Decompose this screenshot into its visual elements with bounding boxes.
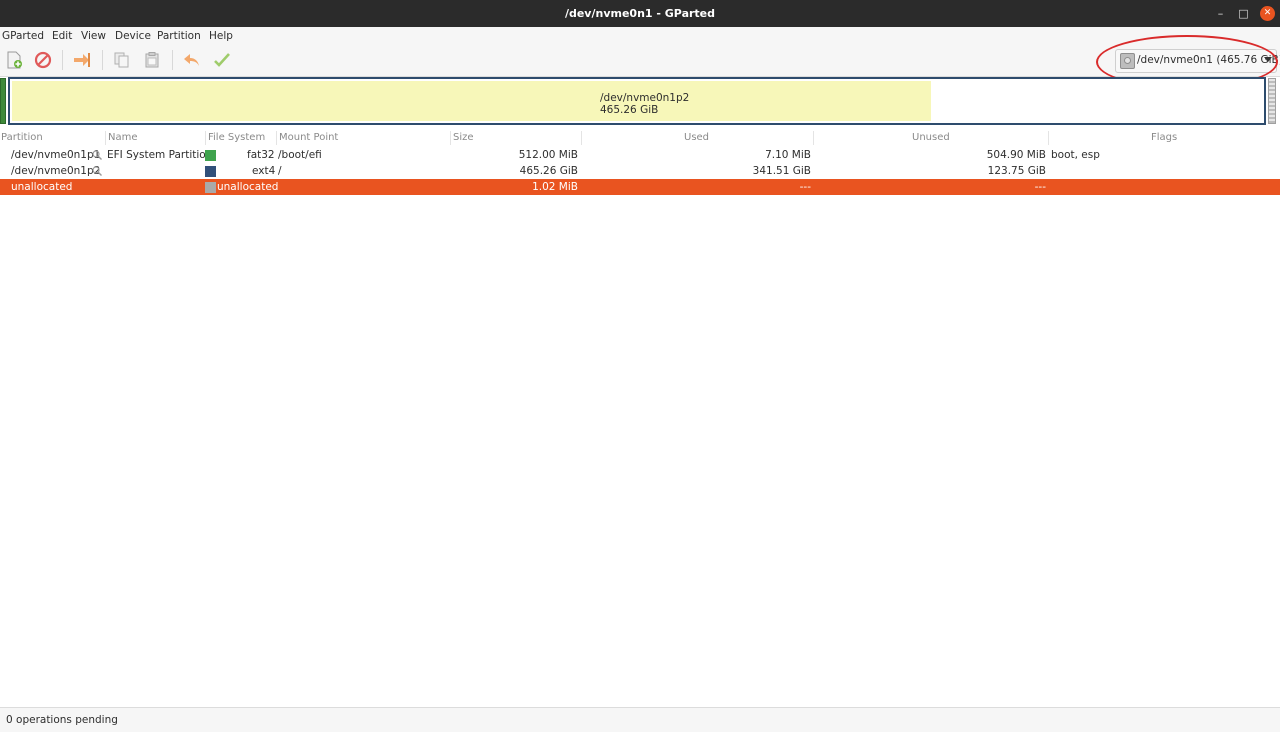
menu-bar: GParted Edit View Device Partition Help	[0, 27, 1280, 44]
col-unused[interactable]: Unused	[912, 132, 950, 143]
col-flags[interactable]: Flags	[1151, 132, 1177, 143]
cell-unused: ---	[1034, 181, 1046, 193]
lock-icon	[92, 166, 102, 176]
diskmap-used-fill	[12, 81, 931, 121]
diskmap-partition-efi[interactable]	[0, 78, 6, 124]
window-title: /dev/nvme0n1 - GParted	[564, 7, 716, 20]
col-name[interactable]: Name	[108, 132, 138, 143]
cell-size: 1.02 MiB	[532, 181, 578, 193]
cell-filesystem: fat32	[247, 149, 275, 161]
device-selector[interactable]: /dev/nvme0n1 (465.76 GiB)	[1115, 49, 1280, 73]
diskmap-partition-label: /dev/nvme0n1p2 465.26 GiB	[600, 92, 689, 116]
hard-disk-icon	[1120, 53, 1135, 69]
toolbar-separator	[102, 50, 103, 70]
toolbar: /dev/nvme0n1 (465.76 GiB)	[0, 44, 1280, 77]
close-button[interactable]: ✕	[1260, 6, 1275, 21]
filesystem-color-swatch	[205, 150, 216, 161]
col-mountpoint[interactable]: Mount Point	[279, 132, 338, 143]
cell-name: EFI System Partition	[107, 149, 213, 161]
minimize-button[interactable]: –	[1213, 6, 1228, 21]
apply-icon[interactable]	[213, 51, 231, 69]
cell-partition: unallocated	[11, 181, 73, 193]
col-filesystem[interactable]: File System	[208, 132, 265, 143]
table-row-selected[interactable]: unallocated unallocated 1.02 MiB --- ---	[0, 179, 1280, 195]
status-bar: 0 operations pending	[0, 707, 1280, 732]
maximize-button[interactable]: □	[1236, 6, 1251, 21]
cell-unused: 123.75 GiB	[987, 165, 1046, 177]
cell-filesystem: ext4	[252, 165, 276, 177]
diskmap-unallocated[interactable]	[1268, 78, 1276, 124]
menu-device[interactable]: Device	[115, 30, 151, 42]
cell-mountpoint: /boot/efi	[278, 149, 322, 161]
title-bar: /dev/nvme0n1 - GParted – □ ✕	[0, 0, 1280, 27]
disk-map: /dev/nvme0n1p2 465.26 GiB	[0, 77, 1280, 127]
diskmap-partition-nvme0n1p2[interactable]: /dev/nvme0n1p2 465.26 GiB	[8, 77, 1266, 125]
cell-flags: boot, esp	[1051, 149, 1100, 161]
cell-used: 7.10 MiB	[765, 149, 811, 161]
menu-edit[interactable]: Edit	[52, 30, 72, 42]
diskmap-partition-name: /dev/nvme0n1p2	[600, 92, 690, 104]
chevron-down-icon	[1264, 57, 1272, 62]
table-row[interactable]: /dev/nvme0n1p2 ext4 / 465.26 GiB 341.51 …	[0, 163, 1280, 179]
delete-icon[interactable]	[34, 51, 52, 69]
cell-mountpoint: /	[278, 165, 282, 177]
undo-icon[interactable]	[183, 51, 201, 69]
col-size[interactable]: Size	[453, 132, 474, 143]
column-divider	[105, 131, 106, 145]
cell-unused: 504.90 MiB	[986, 149, 1046, 161]
copy-icon[interactable]	[113, 51, 131, 69]
status-text: 0 operations pending	[6, 714, 118, 726]
cell-partition: /dev/nvme0n1p2	[11, 165, 101, 177]
device-selector-label: /dev/nvme0n1 (465.76 GiB)	[1137, 54, 1280, 66]
column-divider	[813, 131, 814, 145]
lock-icon	[92, 150, 102, 160]
table-row[interactable]: /dev/nvme0n1p1 EFI System Partition fat3…	[0, 147, 1280, 163]
cell-filesystem: unallocated	[217, 181, 279, 193]
column-divider	[276, 131, 277, 145]
filesystem-color-swatch	[205, 166, 216, 177]
filesystem-color-swatch	[205, 182, 216, 193]
col-used[interactable]: Used	[684, 132, 709, 143]
menu-view[interactable]: View	[81, 30, 106, 42]
column-divider	[1048, 131, 1049, 145]
menu-help[interactable]: Help	[209, 30, 233, 42]
menu-gparted[interactable]: GParted	[2, 30, 44, 42]
column-divider	[581, 131, 582, 145]
menu-partition[interactable]: Partition	[157, 30, 201, 42]
cell-used: ---	[799, 181, 811, 193]
toolbar-separator	[62, 50, 63, 70]
table-header: Partition Name File System Mount Point S…	[0, 130, 1280, 146]
column-divider	[450, 131, 451, 145]
cell-size: 465.26 GiB	[519, 165, 578, 177]
cell-partition: /dev/nvme0n1p1	[11, 149, 101, 161]
diskmap-partition-size: 465.26 GiB	[600, 104, 659, 116]
new-partition-icon[interactable]	[5, 51, 23, 69]
column-divider	[205, 131, 206, 145]
cell-size: 512.00 MiB	[518, 149, 578, 161]
paste-icon[interactable]	[143, 51, 161, 69]
toolbar-separator	[172, 50, 173, 70]
cell-used: 341.51 GiB	[752, 165, 811, 177]
col-partition[interactable]: Partition	[1, 132, 43, 143]
resize-move-icon[interactable]	[73, 51, 91, 69]
